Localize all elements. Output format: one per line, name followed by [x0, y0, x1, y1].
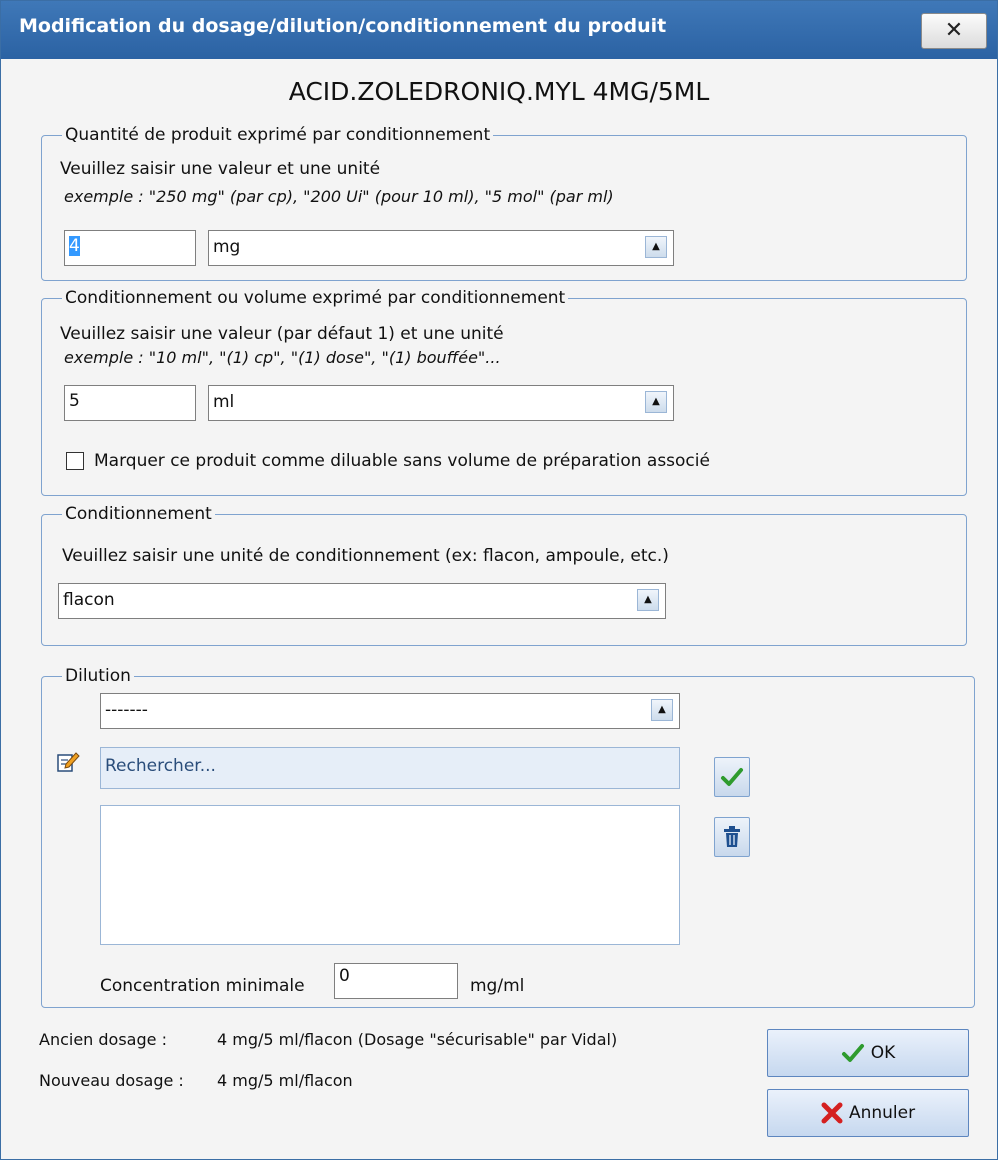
dialog-window: Modification du dosage/dilution/conditio…: [0, 0, 998, 1160]
pencil-icon[interactable]: [56, 751, 80, 773]
packaging-unit-value: flacon: [63, 590, 115, 610]
volume-unit-value: ml: [213, 392, 235, 412]
concentration-unit: mg/ml: [470, 976, 525, 996]
packaging-groupbox: Conditionnement Veuillez saisir une unit…: [41, 503, 967, 646]
packaging-unit-select[interactable]: flacon ▲: [58, 583, 666, 619]
dropdown-arrow-icon[interactable]: ▲: [637, 589, 659, 611]
checkmark-icon: [841, 1044, 864, 1062]
quantity-value-field[interactable]: 4: [64, 230, 196, 266]
product-name: ACID.ZOLEDRONIQ.MYL 4MG/5ML: [288, 77, 710, 106]
dilution-legend: Dilution: [62, 665, 134, 687]
ok-button[interactable]: OK: [767, 1029, 969, 1077]
close-button[interactable]: ✕: [921, 13, 987, 49]
old-dosage-value: 4 mg/5 ml/flacon (Dosage "sécurisable" p…: [217, 1030, 618, 1049]
close-icon: ✕: [944, 18, 964, 43]
concentration-field[interactable]: 0: [334, 963, 458, 999]
packaging-legend: Conditionnement: [62, 503, 215, 525]
concentration-value: 0: [339, 966, 350, 986]
window-title: Modification du dosage/dilution/conditio…: [19, 15, 667, 37]
dilution-select-value: -------: [105, 700, 148, 720]
dilution-listbox[interactable]: [100, 805, 680, 945]
quantity-groupbox: Quantité de produit exprimé par conditio…: [41, 124, 967, 281]
quantity-unit-select[interactable]: mg ▲: [208, 230, 674, 266]
volume-value-field[interactable]: 5: [64, 385, 196, 421]
title-bar: Modification du dosage/dilution/conditio…: [1, 1, 997, 59]
trash-icon: [724, 826, 740, 847]
dilution-search-input[interactable]: Rechercher...: [100, 747, 680, 789]
volume-legend: Conditionnement ou volume exprimé par co…: [62, 287, 569, 309]
validate-dilution-button[interactable]: [714, 757, 750, 797]
packaging-instruction: Veuillez saisir une unité de conditionne…: [62, 546, 669, 566]
delete-dilution-button[interactable]: [714, 817, 750, 857]
quantity-value-text: 4: [69, 236, 80, 256]
dropdown-arrow-icon[interactable]: ▲: [645, 391, 667, 413]
quantity-unit-value: mg: [213, 237, 241, 257]
volume-instruction: Veuillez saisir une valeur (par défaut 1…: [60, 324, 504, 344]
quantity-instruction: Veuillez saisir une valeur et une unité: [60, 159, 381, 179]
old-dosage-label: Ancien dosage :: [39, 1030, 167, 1049]
volume-unit-select[interactable]: ml ▲: [208, 385, 674, 421]
new-dosage-value: 4 mg/5 ml/flacon: [217, 1071, 353, 1090]
volume-value-text: 5: [69, 391, 80, 411]
new-dosage-label: Nouveau dosage :: [39, 1071, 184, 1090]
quantity-legend: Quantité de produit exprimé par conditio…: [62, 124, 494, 146]
concentration-label: Concentration minimale: [100, 976, 305, 996]
diluable-checkbox[interactable]: [66, 452, 84, 470]
dialog-content: ACID.ZOLEDRONIQ.MYL 4MG/5ML Quantité de …: [1, 59, 997, 1159]
quantity-example: exemple : "250 mg" (par cp), "200 Ui" (p…: [64, 187, 614, 206]
cancel-label: Annuler: [848, 1103, 916, 1123]
checkmark-icon: [721, 768, 743, 786]
dropdown-arrow-icon[interactable]: ▲: [645, 236, 667, 258]
dilution-groupbox: Dilution ------- ▲ Rechercher... Concent…: [41, 665, 975, 1008]
ok-label: OK: [870, 1043, 896, 1063]
volume-example: exemple : "10 ml", "(1) cp", "(1) dose",…: [64, 348, 501, 367]
volume-groupbox: Conditionnement ou volume exprimé par co…: [41, 287, 967, 496]
diluable-checkbox-label[interactable]: Marquer ce produit comme diluable sans v…: [94, 450, 710, 472]
cancel-button[interactable]: Annuler: [767, 1089, 969, 1137]
red-x-icon: [821, 1102, 843, 1124]
dropdown-arrow-icon[interactable]: ▲: [651, 699, 673, 721]
dilution-select[interactable]: ------- ▲: [100, 693, 680, 729]
